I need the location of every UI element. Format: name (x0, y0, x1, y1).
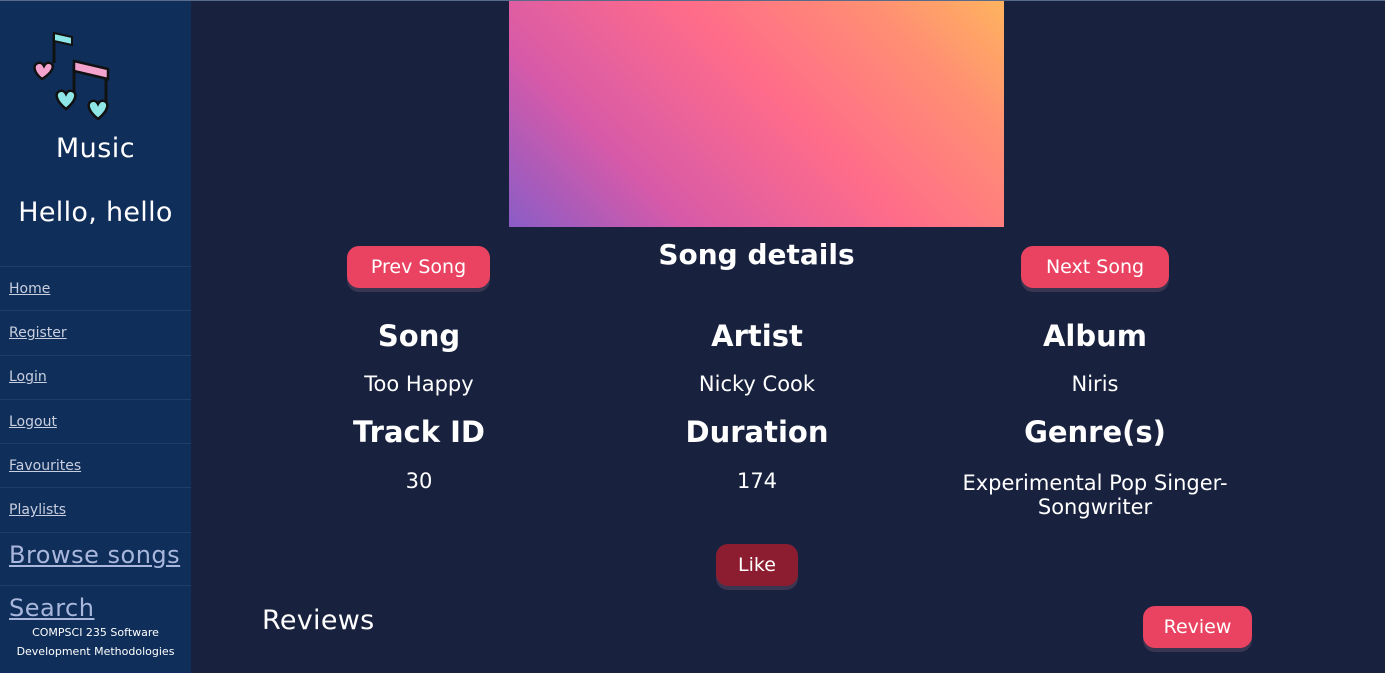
nav-link-search[interactable]: Search (9, 594, 94, 622)
artist-value: Nicky Cook (698, 372, 816, 396)
track-id-label: Track ID (353, 415, 485, 449)
brand-title: Music (55, 133, 136, 164)
nav-link-logout[interactable]: Logout (9, 414, 57, 430)
like-button[interactable]: Like (716, 544, 798, 586)
nav-link-login[interactable]: Login (9, 369, 47, 385)
artist-label: Artist (711, 319, 803, 353)
song-label: Song (377, 319, 461, 353)
genre-value: Experimental Pop Singer-Songwriter (962, 471, 1228, 519)
nav-item-search: Search (0, 585, 191, 622)
album-value: Niris (1071, 372, 1119, 396)
page-title: Song details (658, 238, 855, 271)
nav-item-browse: Browse songs (0, 532, 191, 585)
footer-course: COMPSCI 235 Software Development Methodo… (0, 623, 191, 661)
nav-link-favourites[interactable]: Favourites (9, 458, 81, 474)
nav-item-register: Register (0, 310, 191, 354)
nav-item-favourites: Favourites (0, 443, 191, 487)
music-notes-logo-icon (33, 31, 110, 121)
nav-item-playlists: Playlists (0, 487, 191, 531)
review-button[interactable]: Review (1143, 606, 1252, 648)
song-value: Too Happy (364, 372, 474, 396)
footer-line-1: COMPSCI 235 Software (32, 626, 159, 639)
nav-link-home[interactable]: Home (9, 281, 50, 297)
nav-link-playlists[interactable]: Playlists (9, 502, 66, 518)
nav-item-login: Login (0, 354, 191, 399)
sidebar: Music Hello, hello Home Register Login L… (0, 1, 191, 673)
nav-list: Home Register Login Logout Favourites Pl… (0, 266, 191, 532)
footer-line-2: Development Methodologies (16, 645, 175, 658)
genre-label: Genre(s) (1024, 415, 1166, 449)
nav-item-logout: Logout (0, 398, 191, 443)
nav-item-home: Home (0, 266, 191, 310)
nav-link-register[interactable]: Register (9, 325, 67, 341)
next-song-button[interactable]: Next Song (1021, 246, 1169, 288)
prev-song-button[interactable]: Prev Song (347, 246, 490, 288)
album-label: Album (1042, 319, 1147, 353)
duration-label: Duration (685, 415, 829, 449)
greeting-text: Hello, hello (18, 197, 173, 228)
track-id-value: 30 (405, 469, 433, 493)
nav-link-browse-songs[interactable]: Browse songs (9, 541, 180, 569)
duration-value: 174 (736, 469, 778, 493)
reviews-heading: Reviews (262, 605, 375, 636)
album-cover-image (509, 1, 1004, 227)
